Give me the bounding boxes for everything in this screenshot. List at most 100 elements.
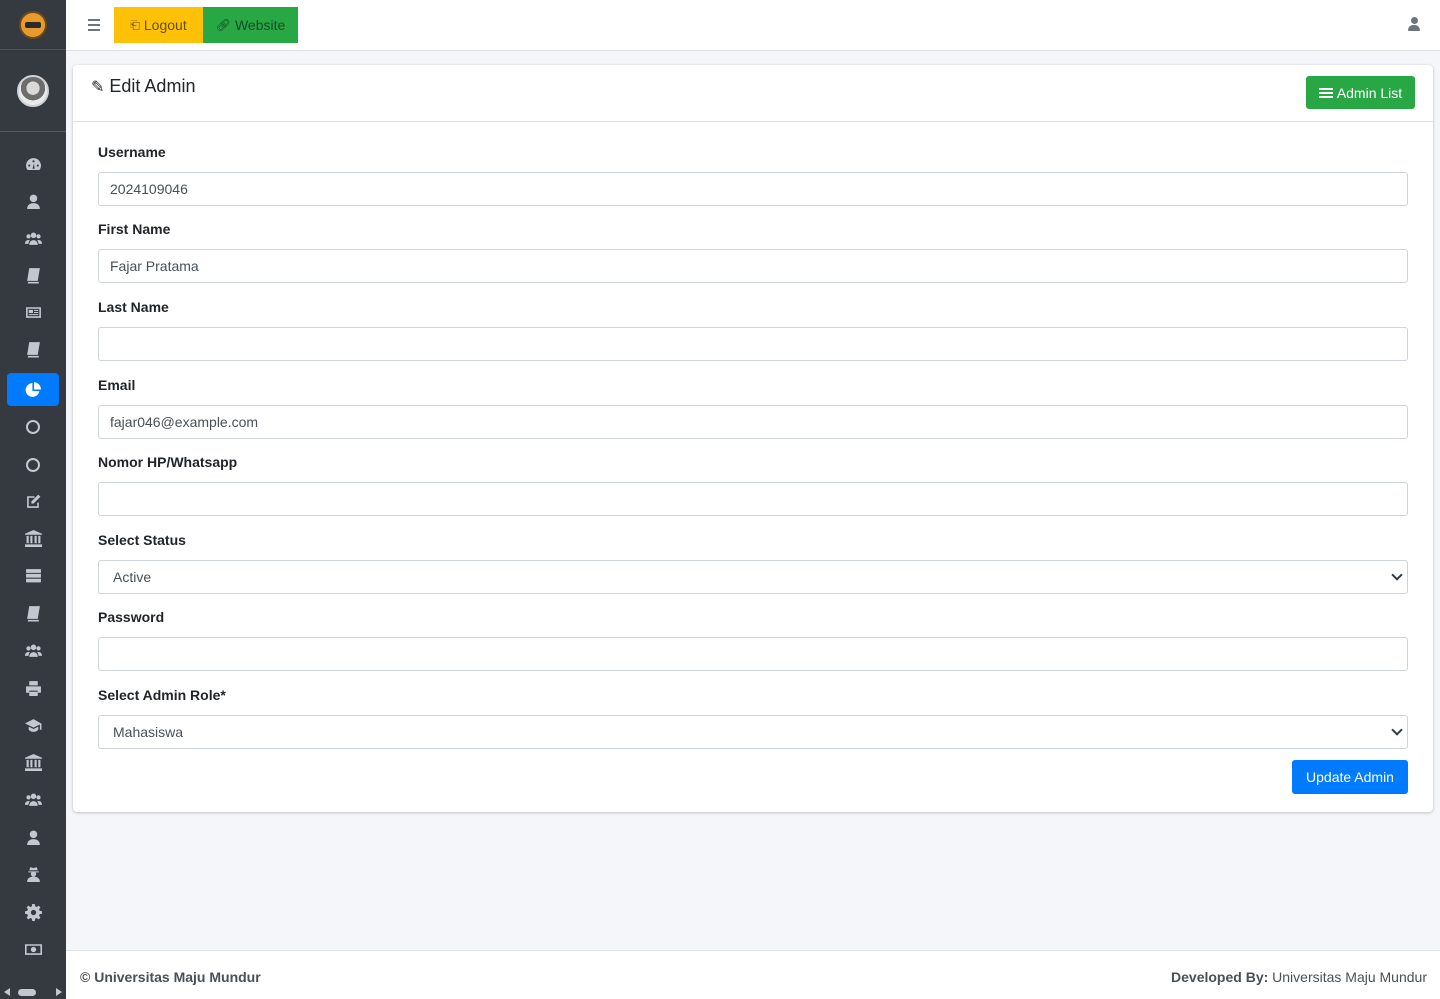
sidebar-item-dashboard[interactable]: [7, 148, 59, 181]
last-name-input[interactable]: [98, 327, 1408, 361]
role-group: Select Admin Role* Mahasiswa: [98, 687, 1408, 749]
phone-input[interactable]: [98, 482, 1408, 516]
logout-button[interactable]: ⎗ Logout: [114, 7, 203, 43]
sidebar-item-books-3[interactable]: [7, 597, 59, 630]
user-menu-icon[interactable]: [1408, 17, 1420, 31]
phone-group: Nomor HP/Whatsapp: [98, 454, 1408, 516]
password-group: Password: [98, 609, 1408, 671]
role-select[interactable]: Mahasiswa: [98, 715, 1408, 749]
role-select-value: Mahasiswa: [113, 724, 184, 740]
book-icon: [26, 342, 40, 358]
first-name-group: First Name Fajar Pratama: [98, 221, 1408, 283]
status-select[interactable]: Active: [98, 560, 1408, 594]
last-name-group: Last Name: [98, 299, 1408, 361]
page-title: ✎ Edit Admin: [91, 76, 195, 97]
sidebar-item-print[interactable]: [7, 672, 59, 705]
edit-admin-card: ✎ Edit Admin Admin List Username 2024109…: [73, 65, 1433, 812]
link-icon: 🔗︎: [215, 18, 231, 32]
last-name-label: Last Name: [98, 299, 169, 315]
footer-copyright: © Universitas Maju Mundur: [80, 969, 261, 985]
email-group: Email fajar046@example.com: [98, 377, 1408, 439]
newspaper-icon: [25, 307, 41, 318]
status-label: Select Status: [98, 532, 186, 548]
page-title-text: Edit Admin: [109, 76, 196, 96]
sidebar-item-circle-1[interactable]: [7, 410, 59, 443]
scroll-right-icon[interactable]: [56, 988, 62, 996]
book-icon: [26, 268, 40, 284]
footer: © Universitas Maju Mundur Developed By: …: [66, 950, 1440, 999]
edit-icon: [26, 494, 40, 508]
sidebar-item-graduation[interactable]: [7, 709, 59, 742]
username-group: Username 2024109046: [98, 144, 1408, 206]
username-input[interactable]: 2024109046: [98, 172, 1408, 206]
sidebar-item-profile[interactable]: [7, 185, 59, 218]
sidebar-item-users-2[interactable]: [7, 634, 59, 667]
sidebar-item-user-secret[interactable]: [7, 858, 59, 891]
users-icon: [24, 793, 42, 806]
top-navbar: ⎗ Logout 🔗︎ Website: [66, 0, 1440, 51]
password-label: Password: [98, 609, 165, 625]
sidebar-scrollbar[interactable]: [4, 987, 62, 997]
institution-icon: [24, 530, 42, 547]
print-icon: [25, 681, 41, 696]
chevron-down-icon: [1391, 569, 1403, 581]
footer-credits: Developed By: Universitas Maju Mundur: [1171, 969, 1427, 985]
phone-label: Nomor HP/Whatsapp: [98, 454, 238, 470]
sidebar-item-books-2[interactable]: [7, 333, 59, 366]
sidebar-item-news[interactable]: [7, 296, 59, 329]
sidebar-item-edit[interactable]: [7, 485, 59, 518]
email-input[interactable]: fajar046@example.com: [98, 405, 1408, 439]
sidebar-item-settings[interactable]: [7, 896, 59, 929]
user-icon: [26, 194, 40, 209]
status-select-value: Active: [113, 569, 152, 585]
website-label: Website: [234, 17, 286, 33]
role-label: Select Admin Role*: [98, 687, 226, 703]
brand-area[interactable]: [0, 0, 66, 50]
university-logo[interactable]: [19, 10, 47, 39]
scroll-left-icon[interactable]: [4, 988, 10, 996]
graduation-cap-icon: [24, 719, 41, 732]
sidebar-item-server[interactable]: [7, 559, 59, 592]
first-name-label: First Name: [98, 221, 171, 237]
admin-list-label: Admin List: [1336, 84, 1403, 101]
card-header: ✎ Edit Admin Admin List: [73, 65, 1433, 122]
user-secret-icon: [26, 867, 40, 882]
users-icon: [24, 232, 42, 245]
dashboard-icon: [25, 158, 41, 171]
scroll-thumb[interactable]: [18, 988, 36, 996]
sidebar-item-charts[interactable]: [7, 373, 59, 406]
server-icon: [25, 569, 41, 583]
sidebar-item-books[interactable]: [7, 259, 59, 292]
sidebar-item-circle-2[interactable]: [7, 448, 59, 481]
email-label: Email: [98, 377, 136, 393]
avatar[interactable]: [17, 74, 49, 107]
website-button[interactable]: 🔗︎ Website: [203, 7, 298, 43]
user-panel: [0, 50, 66, 132]
sidebar-item-user[interactable]: [7, 821, 59, 854]
status-group: Select Status Active: [98, 532, 1408, 594]
sidebar-item-users-3[interactable]: [7, 783, 59, 816]
admin-list-button[interactable]: Admin List: [1306, 76, 1415, 109]
sidebar-item-payments[interactable]: [7, 933, 59, 966]
circle-icon: [26, 419, 40, 434]
users-icon: [24, 644, 42, 657]
sign-out-icon: ⎗: [130, 17, 140, 32]
logout-label: Logout: [143, 17, 187, 33]
sidebar-item-institution-2[interactable]: [7, 746, 59, 779]
menu-toggle-icon[interactable]: [88, 19, 100, 31]
password-input[interactable]: [98, 637, 1408, 671]
pencil-icon: ✎: [91, 78, 105, 96]
developed-by-label: Developed By:: [1171, 969, 1269, 985]
developed-by-value[interactable]: Universitas Maju Mundur: [1272, 969, 1427, 985]
sidebar-item-institution[interactable]: [7, 522, 59, 555]
institution-icon: [24, 754, 42, 771]
update-admin-button[interactable]: Update Admin: [1292, 760, 1408, 794]
first-name-input[interactable]: Fajar Pratama: [98, 249, 1408, 283]
sidebar-item-users[interactable]: [7, 222, 59, 255]
list-icon: [1318, 87, 1333, 98]
user-icon: [26, 830, 40, 845]
money-icon: [24, 944, 42, 955]
username-label: Username: [98, 144, 166, 160]
pie-chart-icon: [25, 382, 41, 397]
book-icon: [26, 606, 40, 622]
